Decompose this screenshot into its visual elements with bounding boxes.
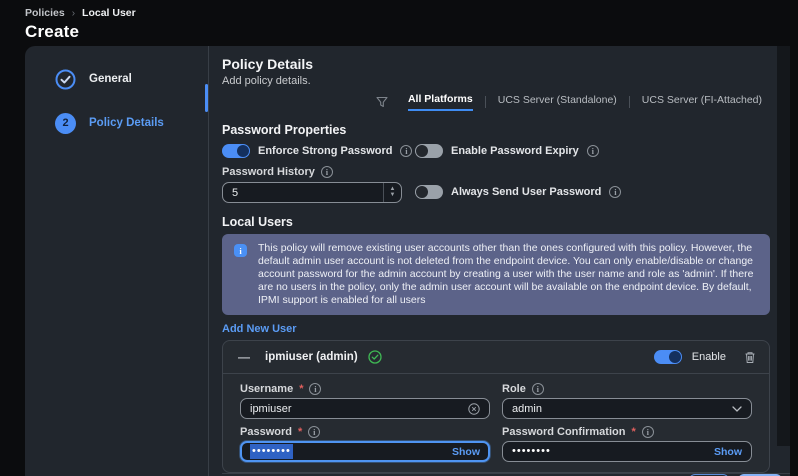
password-label: Password xyxy=(240,426,292,438)
chevron-down-icon xyxy=(732,405,742,412)
always-send-user-password-control: Always Send User Password i xyxy=(415,185,622,199)
password-field: Password * i •••••••• Show xyxy=(240,426,490,462)
clear-input-icon[interactable] xyxy=(468,402,480,415)
step-number-badge: 2 xyxy=(55,112,76,134)
enable-password-expiry-label: Enable Password Expiry xyxy=(451,145,579,157)
step-policy-details-label: Policy Details xyxy=(89,117,164,129)
info-icon: i xyxy=(234,244,247,257)
required-asterisk: * xyxy=(631,426,636,438)
user-card-form: Username * i ipmiuser Role i admin Passw… xyxy=(223,374,769,472)
step-general[interactable]: General xyxy=(25,68,208,90)
role-field: Role i admin xyxy=(502,383,752,419)
info-banner-text: This policy will remove existing user ac… xyxy=(258,242,754,306)
password-properties-heading: Password Properties xyxy=(222,123,347,137)
local-users-info-banner: i This policy will remove existing user … xyxy=(222,234,770,315)
step-policy-details[interactable]: 2 Policy Details xyxy=(25,112,208,134)
page-title: Create xyxy=(25,22,80,41)
always-send-user-password-toggle[interactable] xyxy=(415,185,443,199)
password-history-field: Password History i ▲▼ xyxy=(222,166,415,203)
wizard-stepper: General 2 Policy Details xyxy=(25,46,208,476)
role-select[interactable]: admin xyxy=(502,398,752,419)
required-asterisk: * xyxy=(297,426,303,438)
breadcrumb-policies-link[interactable]: Policies xyxy=(25,7,65,19)
scrollbar-thumb[interactable] xyxy=(205,84,208,112)
content-scrollbar-track[interactable] xyxy=(777,46,790,446)
password-show-button[interactable]: Show xyxy=(452,446,480,458)
toggle-row-1: Enforce Strong Password i Enable Passwor… xyxy=(222,144,770,158)
info-icon[interactable]: i xyxy=(308,426,321,438)
breadcrumb: Policies › Local User xyxy=(25,7,798,19)
role-selected-value: admin xyxy=(512,402,542,415)
info-icon[interactable]: i xyxy=(400,145,413,157)
platform-tabs: All Platforms UCS Server (Standalone) UC… xyxy=(222,93,770,111)
breadcrumb-current: Local User xyxy=(82,7,136,19)
collapse-icon[interactable]: — xyxy=(238,350,250,364)
create-policy-panel: General 2 Policy Details Policy Details … xyxy=(25,46,790,476)
user-card-header: — ipmiuser (admin) Enable xyxy=(223,341,769,373)
number-stepper-icons[interactable]: ▲ ▼ xyxy=(383,183,401,202)
password-masked-value: •••••••• xyxy=(250,444,293,459)
step-general-label: General xyxy=(89,73,132,85)
enforce-strong-password-label: Enforce Strong Password xyxy=(258,145,393,157)
info-icon[interactable]: i xyxy=(309,383,322,395)
enable-password-expiry-control: Enable Password Expiry i xyxy=(415,144,599,158)
username-input[interactable] xyxy=(250,402,462,415)
password-confirmation-masked-value: •••••••• xyxy=(512,445,551,457)
tab-separator xyxy=(484,96,486,108)
info-icon[interactable]: i xyxy=(531,383,544,395)
enforce-strong-password-toggle[interactable] xyxy=(222,144,250,158)
tab-ucs-server-fi-attached[interactable]: UCS Server (FI-Attached) xyxy=(642,94,762,110)
filter-icon[interactable] xyxy=(376,96,388,108)
password-history-row: Password History i ▲▼ Always Send User P… xyxy=(222,166,770,203)
page-header: Policies › Local User Create xyxy=(0,0,798,46)
step-complete-check-icon xyxy=(55,69,76,90)
password-history-label: Password History xyxy=(222,166,315,178)
enable-password-expiry-toggle[interactable] xyxy=(415,144,443,158)
user-card-title: ipmiuser (admin) xyxy=(265,351,358,363)
username-label: Username xyxy=(240,383,294,395)
password-history-input[interactable] xyxy=(223,186,383,199)
password-confirmation-label: Password Confirmation xyxy=(502,426,626,438)
info-icon[interactable]: i xyxy=(320,166,333,178)
password-input[interactable]: •••••••• Show xyxy=(240,441,490,462)
info-icon[interactable]: i xyxy=(609,186,622,198)
password-confirmation-input[interactable]: •••••••• Show xyxy=(502,441,752,462)
always-send-user-password-label: Always Send User Password xyxy=(451,186,602,198)
breadcrumb-separator-icon: › xyxy=(71,7,76,19)
tab-ucs-server-standalone[interactable]: UCS Server (Standalone) xyxy=(498,94,617,110)
policy-details-content: Policy Details Add policy details. All P… xyxy=(209,46,790,476)
info-icon[interactable]: i xyxy=(641,426,654,438)
valid-check-icon xyxy=(368,350,382,364)
username-field: Username * i xyxy=(240,383,490,419)
delete-user-icon[interactable] xyxy=(744,351,756,364)
content-title: Policy Details xyxy=(222,56,314,72)
required-asterisk: * xyxy=(299,383,304,395)
user-enable-toggle[interactable] xyxy=(653,350,682,364)
user-card: — ipmiuser (admin) Enable Username * i i… xyxy=(222,340,770,473)
password-confirmation-show-button[interactable]: Show xyxy=(714,446,742,458)
info-icon[interactable]: i xyxy=(586,145,599,157)
enforce-strong-password-control: Enforce Strong Password i xyxy=(222,144,415,158)
content-subtitle: Add policy details. xyxy=(222,75,311,87)
tab-all-platforms[interactable]: All Platforms xyxy=(407,93,473,111)
password-confirmation-field: Password Confirmation * i •••••••• Show xyxy=(502,426,752,462)
user-enable-label: Enable xyxy=(691,351,726,363)
tab-separator xyxy=(628,96,630,108)
local-users-heading: Local Users xyxy=(222,215,293,229)
add-new-user-link[interactable]: Add New User xyxy=(222,323,297,335)
role-label: Role xyxy=(502,383,526,395)
